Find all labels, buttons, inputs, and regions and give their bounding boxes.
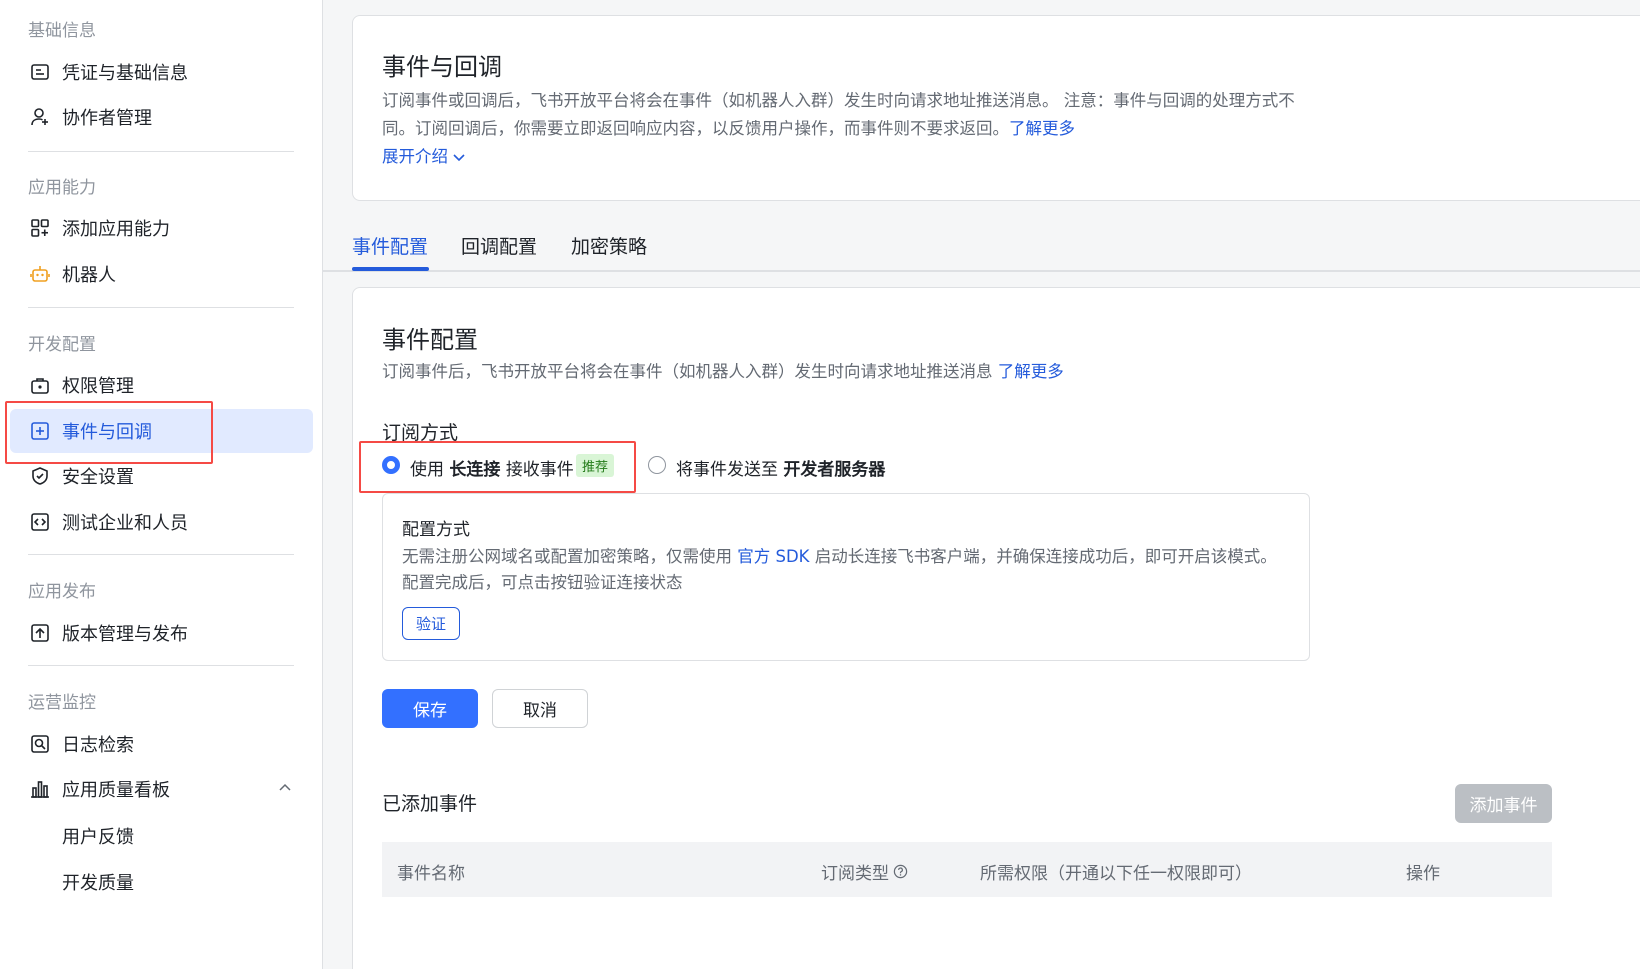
column-header-subscription-type: 订阅类型 <box>821 859 908 884</box>
sidebar-item-label: 日志检索 <box>62 735 134 756</box>
help-icon[interactable] <box>893 864 908 879</box>
section-title-dev-config: 开发配置 <box>28 335 96 355</box>
section-title: 事件配置 <box>382 326 478 354</box>
config-desc-text: 启动长连接飞书客户端，并确保连接成功后，即可开启该模式。 <box>814 547 1277 566</box>
tab-callback-config[interactable]: 回调配置 <box>461 232 537 259</box>
sidebar-subitem-user-feedback[interactable]: 用户反馈 <box>62 823 134 849</box>
recommend-badge: 推荐 <box>576 454 615 477</box>
verify-button[interactable]: 验证 <box>402 607 460 640</box>
tab-bar: 事件配置 回调配置 加密策略 <box>323 222 1640 272</box>
sidebar-item-version-release[interactable]: 版本管理与发布 <box>10 611 313 655</box>
section-desc-text: 订阅事件后，飞书开放平台将会在事件（如机器人入群）发生时向请求地址推送消息 <box>382 362 993 381</box>
event-icon <box>29 420 51 442</box>
sidebar-subitem-dev-quality[interactable]: 开发质量 <box>62 869 134 895</box>
config-desc-line-2: 配置完成后，可点击按钮验证连接状态 <box>402 573 683 592</box>
intro-desc-text: 同。订阅回调后，你需要立即返回响应内容，以反馈用户操作，而事件则不要求返回。 <box>382 119 1009 138</box>
added-events-title: 已添加事件 <box>382 793 478 815</box>
option-text: 将事件发送至 <box>676 460 778 480</box>
radio-long-connection[interactable] <box>382 456 400 474</box>
chevron-down-icon <box>452 150 466 164</box>
add-user-icon <box>29 106 51 128</box>
sidebar-item-permissions[interactable]: 权限管理 <box>10 363 313 407</box>
config-desc-text: 无需注册公网域名或配置加密策略，仅需使用 <box>402 547 732 566</box>
section-title-ops-monitor: 运营监控 <box>28 693 96 713</box>
radio-developer-server[interactable] <box>648 456 666 474</box>
app-root: 基础信息 凭证与基础信息 协作者管理 应用能力 添加应用能力 机器人 开发配置 … <box>0 0 1640 969</box>
section-title-basic-info: 基础信息 <box>28 21 96 41</box>
chevron-up-icon[interactable] <box>277 780 293 800</box>
subscribe-method-label: 订阅方式 <box>382 422 459 444</box>
sidebar-item-events-callbacks[interactable]: 事件与回调 <box>10 409 313 453</box>
save-button[interactable]: 保存 <box>382 689 478 728</box>
events-table-header: 事件名称 订阅类型 所需权限（开通以下任一权限即可） 操作 <box>382 842 1552 897</box>
upload-icon <box>29 622 51 644</box>
sidebar-item-quality-board[interactable]: 应用质量看板 <box>10 767 313 811</box>
sidebar-item-label: 应用质量看板 <box>62 780 170 801</box>
section-title-app-capabilities: 应用能力 <box>28 178 96 198</box>
add-event-button[interactable]: 添加事件 <box>1455 784 1552 823</box>
sidebar-item-test-tenants[interactable]: 测试企业和人员 <box>10 500 313 544</box>
credential-icon <box>29 61 51 83</box>
sidebar-item-label: 测试企业和人员 <box>62 513 188 534</box>
cancel-button[interactable]: 取消 <box>492 689 588 728</box>
column-header-event-name: 事件名称 <box>397 864 465 884</box>
divider <box>28 554 294 555</box>
learn-more-link[interactable]: 了解更多 <box>998 362 1064 381</box>
sidebar-item-log-search[interactable]: 日志检索 <box>10 722 313 766</box>
column-header-required-permissions: 所需权限（开通以下任一权限即可） <box>980 864 1252 884</box>
option-bold-text: 开发者服务器 <box>783 460 886 480</box>
option-text: 使用 <box>410 460 444 480</box>
intro-desc-line-1: 订阅事件或回调后，飞书开放平台将会在事件（如机器人入群）发生时向请求地址推送消息… <box>382 91 1295 110</box>
sidebar-item-label: 协作者管理 <box>62 108 152 129</box>
sidebar-item-label: 版本管理与发布 <box>62 624 188 645</box>
test-icon <box>29 511 51 533</box>
add-app-icon <box>29 217 51 239</box>
official-sdk-link[interactable]: 官方 SDK <box>737 547 809 566</box>
sidebar-item-label: 权限管理 <box>62 376 134 397</box>
config-desc-line-1: 无需注册公网域名或配置加密策略，仅需使用 官方 SDK 启动长连接飞书客户端，并… <box>402 544 1302 570</box>
sidebar-item-security[interactable]: 安全设置 <box>10 454 313 498</box>
bar-chart-icon <box>29 778 51 800</box>
page-title: 事件与回调 <box>382 53 502 81</box>
sidebar-item-label: 凭证与基础信息 <box>62 63 188 84</box>
sidebar-item-label: 事件与回调 <box>62 422 152 443</box>
option-bold-text: 长连接 <box>449 460 501 480</box>
option-text: 接收事件 <box>505 460 574 480</box>
divider <box>28 151 294 152</box>
log-search-icon <box>29 733 51 755</box>
expand-intro-link[interactable]: 展开介绍 <box>382 143 466 171</box>
intro-desc-line-2: 同。订阅回调后，你需要立即返回响应内容，以反馈用户操作，而事件则不要求返回。了解… <box>382 115 1322 143</box>
divider <box>28 307 294 308</box>
sidebar-item-label: 安全设置 <box>62 467 134 488</box>
sidebar-item-credentials[interactable]: 凭证与基础信息 <box>10 50 313 94</box>
permission-icon <box>29 374 51 396</box>
section-title-app-release: 应用发布 <box>28 582 96 602</box>
sidebar-item-add-capability[interactable]: 添加应用能力 <box>10 206 313 250</box>
radio-developer-server-label[interactable]: 将事件发送至 开发者服务器 <box>676 455 885 480</box>
section-description: 订阅事件后，飞书开放平台将会在事件（如机器人入群）发生时向请求地址推送消息 了解… <box>382 358 1064 386</box>
robot-icon <box>29 263 51 285</box>
divider <box>28 665 294 666</box>
tab-encryption[interactable]: 加密策略 <box>571 232 647 259</box>
column-header-actions: 操作 <box>1406 864 1440 884</box>
config-method-box: 配置方式 无需注册公网域名或配置加密策略，仅需使用 官方 SDK 启动长连接飞书… <box>382 493 1310 661</box>
expand-label: 展开介绍 <box>382 147 448 166</box>
active-tab-indicator <box>352 267 429 271</box>
sidebar-item-robot[interactable]: 机器人 <box>10 252 313 296</box>
config-method-title: 配置方式 <box>402 520 470 540</box>
column-header-label: 订阅类型 <box>821 864 889 884</box>
config-method-desc: 无需注册公网域名或配置加密策略，仅需使用 官方 SDK 启动长连接飞书客户端，并… <box>402 544 1302 596</box>
intro-description: 订阅事件或回调后，飞书开放平台将会在事件（如机器人入群）发生时向请求地址推送消息… <box>382 87 1322 143</box>
shield-icon <box>29 465 51 487</box>
event-config-card: 事件配置 订阅事件后，飞书开放平台将会在事件（如机器人入群）发生时向请求地址推送… <box>352 287 1640 969</box>
radio-long-connection-label[interactable]: 使用 长连接 接收事件 <box>410 455 574 480</box>
sidebar-item-collaborators[interactable]: 协作者管理 <box>10 95 313 139</box>
sidebar: 基础信息 凭证与基础信息 协作者管理 应用能力 添加应用能力 机器人 开发配置 … <box>0 0 323 969</box>
sidebar-item-label: 机器人 <box>62 265 116 286</box>
intro-card: 事件与回调 订阅事件或回调后，飞书开放平台将会在事件（如机器人入群）发生时向请求… <box>352 15 1640 201</box>
tab-event-config[interactable]: 事件配置 <box>352 232 428 259</box>
sidebar-item-label: 添加应用能力 <box>62 219 170 240</box>
learn-more-link[interactable]: 了解更多 <box>1009 119 1075 138</box>
